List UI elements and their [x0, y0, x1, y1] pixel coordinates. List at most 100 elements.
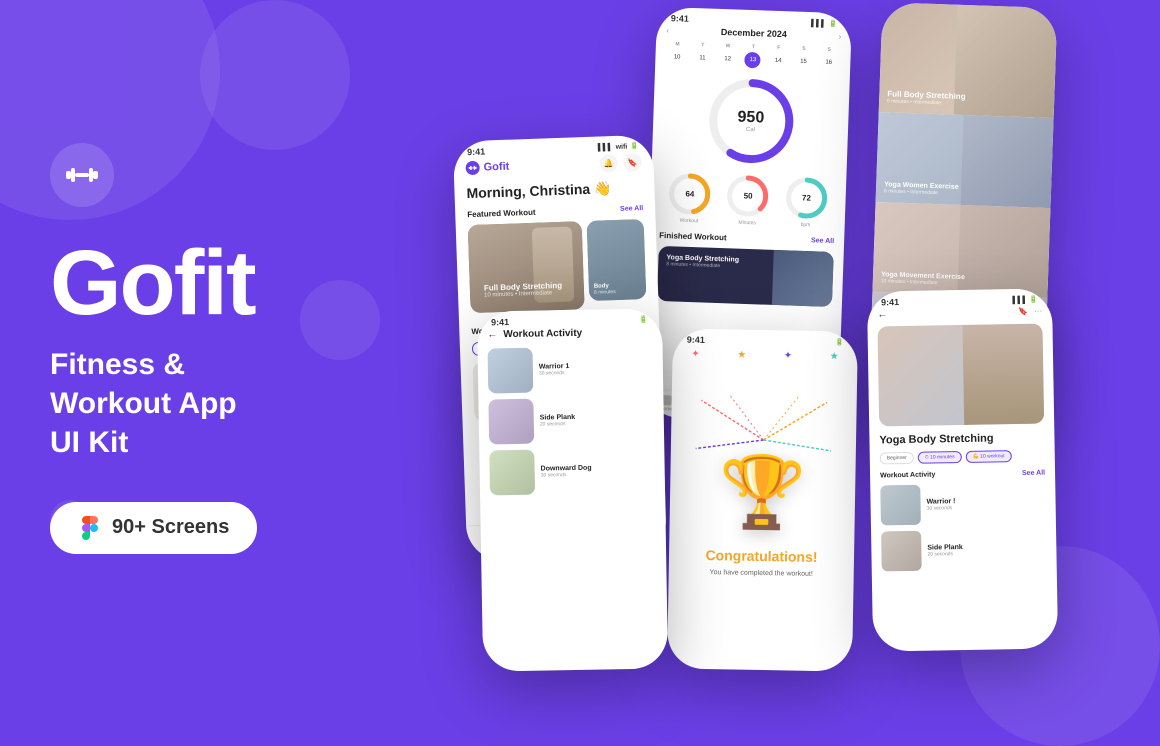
cal-10[interactable]: 10 — [669, 49, 686, 66]
calories-unit: Cal — [737, 127, 764, 134]
signal-2: ▌▌▌ — [811, 20, 826, 28]
extra-sub: 30 seconds — [541, 472, 592, 479]
yoga-item-2[interactable]: Side Plank 20 seconds — [881, 529, 1047, 572]
bookmark-icon-6[interactable]: 🔖 — [1018, 307, 1028, 318]
status-icons-4: 🔋 — [835, 338, 844, 346]
status-icons-2: ▌▌▌ 🔋 — [811, 19, 838, 28]
status-icons-6: ▌▌▌ 🔋 — [1012, 296, 1038, 304]
yoga-badge-beginner[interactable]: Beginner — [880, 452, 914, 465]
yoga-warrior-info: Warrior ! 30 seconds — [926, 498, 955, 512]
sideplank-info: Side Plank 20 seconds — [540, 414, 576, 428]
workout1-sub: 10 minutes • Intermediate — [484, 290, 562, 299]
cal-prev[interactable]: ‹ — [666, 26, 669, 35]
ex-card-1[interactable]: Full Body Stretching 6 minutes • Interme… — [879, 2, 1058, 118]
battery-3: 🔋 — [639, 316, 648, 324]
yoga-detail-content: ← 🔖 ⋯ Yoga Body Stretching Beginner ⏱ 10… — [867, 306, 1057, 585]
yoga-badge-workout-text: 10 workout — [980, 453, 1005, 459]
time-2: 9:41 — [671, 13, 689, 24]
calorie-ring: 950 Cal — [662, 73, 840, 169]
activity-item-2[interactable]: Side Plank 20 seconds — [488, 397, 654, 445]
finished-workout-card[interactable]: Yoga Body Stretching 8 minutes • Interme… — [657, 246, 834, 307]
screens-badge[interactable]: 90+ Screens — [50, 502, 257, 554]
battery-6: ▌▌▌ 🔋 — [1012, 296, 1038, 304]
activity-item-1[interactable]: Warrior 1 30 seconds — [488, 346, 654, 394]
phone-activity: 9:41 🔋 ← Workout Activity Warrior 1 30 s… — [477, 308, 668, 671]
yoga-warrior-title: Warrior ! — [926, 498, 955, 506]
calories-value: 950 — [737, 109, 764, 128]
small-stats: 64 Workout 50 Minute — [660, 171, 837, 229]
battery-2: 🔋 — [829, 20, 838, 28]
featured-card-2[interactable]: Body 8 minutes — [587, 219, 647, 301]
stat-workout: 64 Workout — [667, 171, 713, 225]
back-arrow-6[interactable]: ← — [877, 309, 887, 320]
yoga-item-1[interactable]: Warrior ! 30 seconds — [880, 483, 1046, 526]
featured-card-1[interactable]: Full Body Stretching 10 minutes • Interm… — [468, 221, 585, 313]
battery-icon: 🔋 — [630, 142, 639, 150]
cal-h-m: M — [666, 41, 689, 48]
stat-bpm: 72 bpm — [783, 175, 829, 229]
finished-header: Finished Workout See All — [659, 231, 834, 246]
yoga-top-icons: 🔖 ⋯ — [1018, 307, 1042, 318]
left-panel: Gofit Fitness &Workout AppUI Kit 90+ Scr… — [0, 0, 420, 696]
dumbbell-icon — [64, 157, 100, 193]
screens-count: 90+ Screens — [112, 516, 229, 539]
yoga-badge-time: ⏱ 10 minutes — [918, 451, 962, 464]
yoga-sideplank-sub: 20 seconds — [927, 551, 963, 558]
bookmark-icon[interactable]: 🔖 — [623, 153, 642, 172]
cal-15[interactable]: 15 — [795, 54, 812, 71]
activity-item-3[interactable]: Downward Dog 30 seconds — [489, 448, 655, 496]
yoga-title: Yoga Body Stretching — [879, 432, 1044, 447]
phone-congrats: 9:41 🔋 ✦ ★ ✦ ★ 🏆 — [667, 328, 858, 671]
cal-12[interactable]: 12 — [719, 51, 736, 68]
stat1-value: 64 — [685, 189, 694, 198]
cal-next[interactable]: › — [838, 32, 841, 41]
stat2-value: 50 — [744, 191, 753, 200]
congrats-title: Congratulations! — [705, 547, 817, 565]
yoga-warrior-img — [880, 485, 921, 526]
confetti: ✦ ★ ✦ ★ — [672, 348, 857, 362]
header-icons: 🔔 🔖 — [599, 153, 642, 172]
stats-content: ‹ December 2024 › M T W T F S S 10 11 12… — [647, 25, 852, 316]
ex-card-3[interactable]: Yoga Movement Exercise 10 minutes • Inte… — [872, 202, 1050, 298]
stat3-value: 72 — [802, 193, 811, 202]
activity-title: Workout Activity — [503, 328, 582, 340]
cal-13[interactable]: 13 — [745, 52, 762, 69]
cal-11[interactable]: 11 — [694, 50, 711, 67]
featured-header: Featured Workout See All — [467, 204, 643, 219]
cal-16[interactable]: 16 — [820, 54, 837, 71]
yoga-activity-header: Workout Activity See All — [880, 470, 1045, 480]
time-1: 9:41 — [467, 146, 485, 157]
time-3: 9:41 — [491, 317, 509, 327]
cal-14[interactable]: 14 — [770, 53, 787, 70]
app-title: Gofit — [50, 237, 370, 329]
workout2-sub: 8 minutes — [594, 289, 616, 296]
yoga-badge-time-text: 10 minutes — [930, 454, 955, 460]
bell-icon[interactable]: 🔔 — [599, 154, 618, 173]
yoga-top-bar: ← 🔖 ⋯ — [877, 307, 1042, 321]
stat-minutes: 50 Minutes — [725, 173, 771, 227]
warrior-sub: 30 seconds — [539, 370, 570, 377]
ex-card-2[interactable]: Yoga Women Exercise 8 minutes • Intermed… — [876, 112, 1054, 208]
stat2-label: Minutes — [738, 220, 756, 227]
phones-area: 9:41 ▌▌▌ wifi 🔋 — [420, 0, 1160, 696]
greeting-text: Morning, Christina 👋 — [466, 179, 642, 202]
gofit-text: Gofit — [483, 161, 509, 174]
sideplank-img — [488, 399, 534, 445]
finished-label: Finished Workout — [659, 231, 727, 242]
more-icon-6[interactable]: ⋯ — [1034, 307, 1042, 318]
finished-see-all[interactable]: See All — [811, 237, 834, 245]
featured-label: Featured Workout — [467, 208, 536, 219]
featured-see-all[interactable]: See All — [620, 205, 643, 213]
yoga-badge-workout: 💪 10 workout — [965, 450, 1011, 463]
yoga-see-all[interactable]: See All — [1022, 470, 1045, 477]
burst-decoration — [690, 389, 837, 492]
yoga-hero-image — [877, 324, 1044, 427]
back-arrow-3[interactable]: ← — [487, 329, 497, 340]
congrats-content: ✦ ★ ✦ ★ 🏆 Congratulations! You have co — [667, 346, 858, 671]
burst-svg — [690, 389, 837, 492]
signal-icon: ▌▌▌ — [598, 144, 613, 152]
phone-yoga-detail: 9:41 ▌▌▌ 🔋 ← 🔖 ⋯ Yoga Body Stretching Be… — [867, 288, 1058, 651]
mini-dumbbell — [469, 164, 477, 172]
yoga-badges: Beginner ⏱ 10 minutes 💪 10 workout — [880, 450, 1045, 465]
yoga-sideplank-info: Side Plank 20 seconds — [927, 544, 963, 558]
